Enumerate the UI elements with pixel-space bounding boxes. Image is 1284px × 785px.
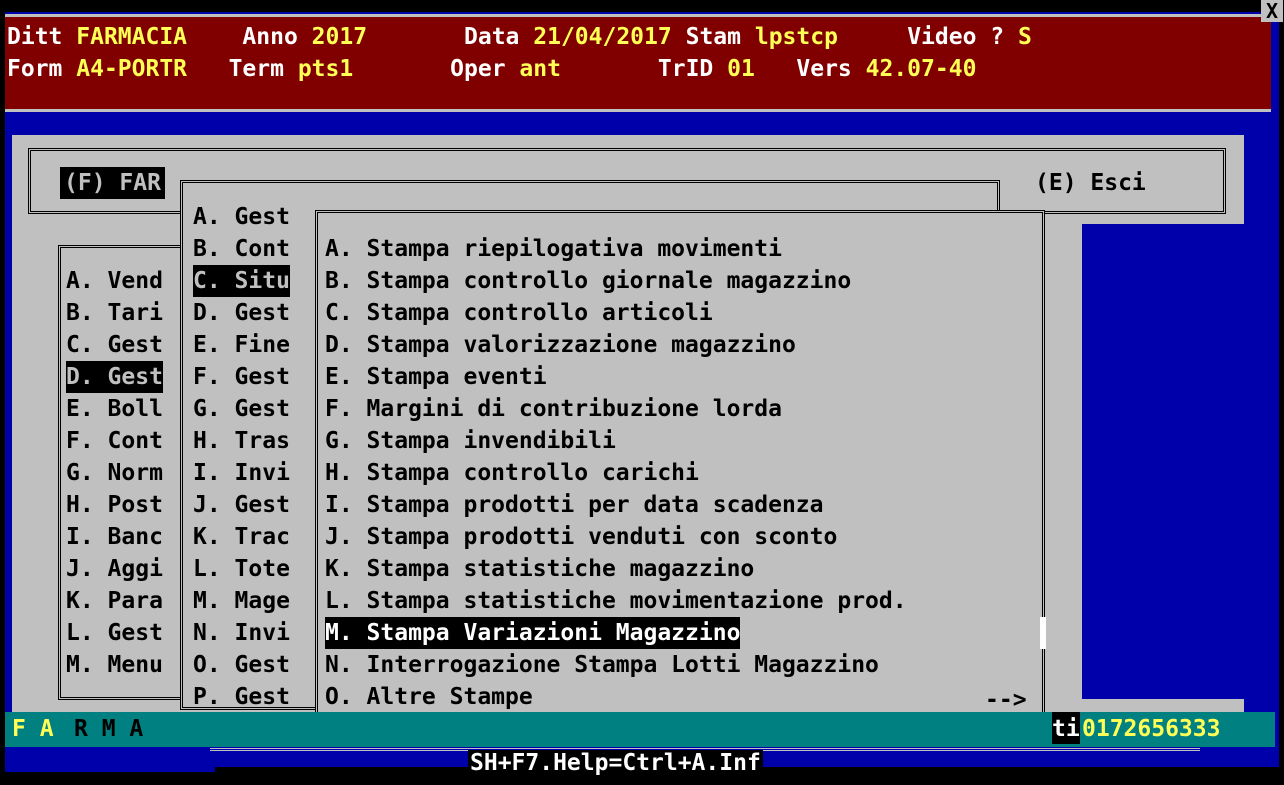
- video-value: S: [1017, 24, 1032, 50]
- mid-menu-item[interactable]: C. Situ: [193, 265, 290, 297]
- right-menu-item[interactable]: B. Stampa controllo giornale magazzino: [325, 265, 851, 297]
- status-farm-rest: R M A: [74, 716, 144, 742]
- header-row-1: Ditt FARMACIA Anno 2017 Data 21/04/2017 …: [7, 21, 1032, 53]
- stam-value: lpstcp: [754, 24, 838, 50]
- right-menu-item[interactable]: K. Stampa statistiche magazzino: [325, 553, 754, 585]
- right-menu-item[interactable]: A. Stampa riepilogativa movimenti: [325, 233, 782, 265]
- left-menu-item[interactable]: F. Cont: [66, 425, 163, 457]
- anno-label: Anno: [242, 24, 298, 50]
- right-menu-item[interactable]: E. Stampa eventi: [325, 361, 547, 393]
- left-menu-item[interactable]: D. Gest: [66, 361, 163, 393]
- selection-cursor: [1040, 617, 1046, 649]
- mid-menu-item[interactable]: I. Invi: [193, 457, 290, 489]
- left-menu-item[interactable]: C. Gest: [66, 329, 163, 361]
- left-menu-item[interactable]: J. Aggi: [66, 553, 163, 585]
- left-menu-item[interactable]: L. Gest: [66, 617, 163, 649]
- ditt-value: FARMACIA: [76, 24, 188, 50]
- right-menu-item[interactable]: O. Altre Stampe: [325, 681, 533, 713]
- exit-option[interactable]: (E) Esci: [1035, 167, 1146, 199]
- mid-menu-item[interactable]: G. Gest: [193, 393, 290, 425]
- status-phone: 0172656333: [1082, 716, 1221, 742]
- term-label: Term: [228, 56, 284, 82]
- term-value: pts1: [297, 56, 354, 82]
- right-menu-item[interactable]: H. Stampa controllo carichi: [325, 457, 699, 489]
- header-row-2: Form A4-PORTR Term pts1 Oper ant TrID 01…: [7, 53, 976, 85]
- mid-menu-item[interactable]: B. Cont: [193, 233, 290, 265]
- mid-menu-item[interactable]: J. Gest: [193, 489, 290, 521]
- oper-label: Oper: [450, 56, 506, 82]
- left-menu-item[interactable]: K. Para: [66, 585, 163, 617]
- help-bar: SH+F7.Help=Ctrl+A.Inf: [468, 750, 763, 782]
- mid-menu-item[interactable]: P. Gest: [193, 681, 290, 713]
- data-label: Data: [464, 24, 520, 50]
- vers-value: 42.07-40: [865, 56, 977, 82]
- right-menu-item[interactable]: D. Stampa valorizzazione magazzino: [325, 329, 796, 361]
- mid-menu-item[interactable]: M. Mage: [193, 585, 290, 617]
- anno-value: 2017: [311, 24, 368, 50]
- background-blue-area: [1082, 224, 1252, 699]
- right-menu-item[interactable]: J. Stampa prodotti venduti con sconto: [325, 521, 837, 553]
- vers-label: Vers: [796, 56, 852, 82]
- data-value: 21/04/2017: [533, 24, 672, 50]
- mid-menu-item[interactable]: D. Gest: [193, 297, 290, 329]
- oper-value: ant: [519, 56, 561, 82]
- left-menu-item[interactable]: A. Vend: [66, 265, 163, 297]
- form-label: Form: [7, 56, 63, 82]
- left-menu-item[interactable]: E. Boll: [66, 393, 163, 425]
- left-menu-item[interactable]: G. Norm: [66, 457, 163, 489]
- form-value: A4-PORTR: [76, 56, 188, 82]
- left-menu-item[interactable]: B. Tari: [66, 297, 163, 329]
- close-icon[interactable]: X: [1261, 0, 1283, 22]
- right-menu-item[interactable]: I. Stampa prodotti per data scadenza: [325, 489, 824, 521]
- mid-menu-item[interactable]: O. Gest: [193, 649, 290, 681]
- bottom-blue-strip: [5, 752, 215, 772]
- mid-menu-item[interactable]: K. Trac: [193, 521, 290, 553]
- trid-label: TrID: [657, 56, 714, 82]
- mid-menu-item[interactable]: E. Fine: [193, 329, 290, 361]
- right-menu-item[interactable]: C. Stampa controllo articoli: [325, 297, 713, 329]
- video-label: Video ?: [907, 24, 1005, 50]
- left-menu-item[interactable]: M. Menu: [66, 649, 163, 681]
- right-menu-item[interactable]: N. Interrogazione Stampa Lotti Magazzino: [325, 649, 879, 681]
- mid-menu-item[interactable]: A. Gest: [193, 201, 290, 233]
- right-menu-item[interactable]: L. Stampa statistiche movimentazione pro…: [325, 585, 907, 617]
- right-menu-item[interactable]: G. Stampa invendibili: [325, 425, 616, 457]
- header-bar: Ditt FARMACIA Anno 2017 Data 21/04/2017 …: [5, 14, 1271, 112]
- mid-menu-item[interactable]: N. Invi: [193, 617, 290, 649]
- farmacia-menu-title[interactable]: (F) FAR: [60, 167, 165, 199]
- mid-menu-item[interactable]: L. Tote: [193, 553, 290, 585]
- mid-menu-item[interactable]: F. Gest: [193, 361, 290, 393]
- status-farm-label: F A: [12, 716, 54, 742]
- stam-label: Stam: [685, 24, 741, 50]
- left-menu-item[interactable]: I. Banc: [66, 521, 163, 553]
- right-menu-item[interactable]: F. Margini di contribuzione lorda: [325, 393, 782, 425]
- left-menu-item[interactable]: H. Post: [66, 489, 163, 521]
- mid-menu-item[interactable]: H. Tras: [193, 425, 290, 457]
- trid-value: 01: [727, 56, 755, 82]
- status-ti-label: ti: [1052, 712, 1080, 744]
- ditt-label: Ditt: [7, 24, 63, 50]
- right-menu-item[interactable]: M. Stampa Variazioni Magazzino: [325, 617, 741, 649]
